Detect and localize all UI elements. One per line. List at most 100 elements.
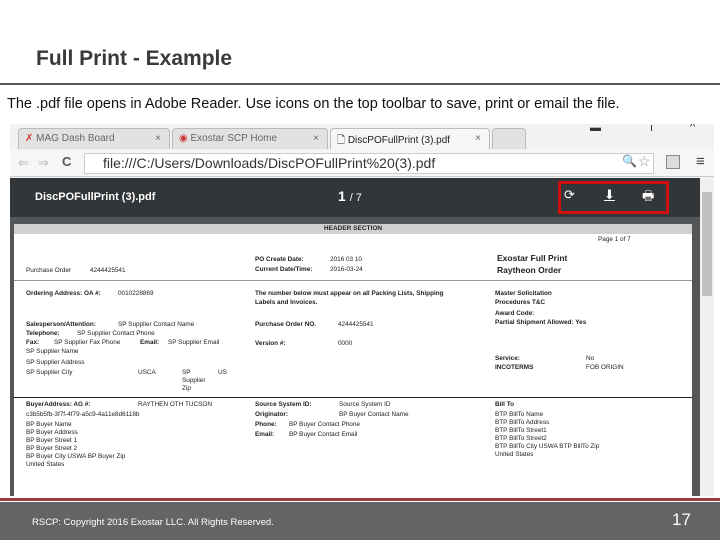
phone-value: BP Buyer Contact Phone bbox=[289, 421, 360, 428]
address-row: ⇐ ⇒ C file:///C:/Users/Downloads/DiscPOF… bbox=[10, 150, 714, 177]
billto-line: BTP BillTo City USWA BTP BillTo Zip bbox=[495, 443, 600, 450]
browser-window: ▬ ‾ ı ^ ✗ MAG Dash Board × ◉ Exostar SCP … bbox=[10, 124, 714, 496]
title-divider bbox=[0, 83, 720, 85]
partial-shipment: Partial Shipment Allowed: Yes bbox=[495, 319, 587, 326]
divider bbox=[14, 280, 692, 281]
incoterms-value: FOB ORIGIN bbox=[586, 364, 624, 371]
phone-label: Phone: bbox=[255, 421, 277, 428]
buyer-label: BuyerAddress: AG #: bbox=[26, 401, 91, 408]
supplier-state: USCA bbox=[138, 369, 156, 376]
master-label: Procedures T&C bbox=[495, 299, 546, 306]
exostar-icon: ◉ bbox=[179, 133, 191, 144]
scrollbar[interactable] bbox=[700, 178, 714, 496]
extension-icon[interactable] bbox=[666, 155, 680, 169]
reload-icon[interactable]: C bbox=[62, 154, 71, 169]
back-icon[interactable]: ⇐ bbox=[18, 155, 29, 171]
slide-caption: The .pdf file opens in Adobe Reader. Use… bbox=[7, 96, 620, 112]
current-dt-label: Current Date/Time: bbox=[255, 266, 313, 273]
pdf-page: HEADER SECTION Page 1 of 7 Purchase Orde… bbox=[14, 224, 692, 496]
menu-icon[interactable]: ≡ bbox=[696, 153, 705, 170]
minimize-button[interactable]: ▬ bbox=[590, 124, 601, 134]
billto-line: BTP BillTo Street2 bbox=[495, 435, 547, 442]
master-label: Master Solicitation bbox=[495, 290, 552, 297]
pdf-filename: DiscPOFullPrint (3).pdf bbox=[35, 191, 156, 203]
fax-value: SP Supplier Fax Phone bbox=[54, 339, 121, 346]
po-label: Purchase Order bbox=[26, 267, 72, 274]
footer-accent-line bbox=[0, 498, 720, 501]
buyer-line: BP Buyer Name bbox=[26, 421, 72, 428]
tab-pdf[interactable]: 🗋 DiscPOFullPrint (3).pdf × bbox=[330, 128, 490, 149]
tab-exostar-scp-home[interactable]: ◉ Exostar SCP Home × bbox=[172, 128, 328, 149]
page-of-text: Page 1 of 7 bbox=[598, 236, 631, 243]
email-value: SP Supplier Email bbox=[168, 339, 220, 346]
bookmark-star-icon[interactable]: ☆ bbox=[638, 153, 651, 170]
fax-label: Fax: bbox=[26, 339, 40, 346]
buyer-id: c3b5b5fb-3f7f-4f79-a5c9-4a11e8d6118b bbox=[26, 411, 140, 418]
service-label: Service: bbox=[495, 355, 520, 362]
email-label: Email: bbox=[140, 339, 160, 346]
restore-button[interactable]: ‾ bbox=[622, 124, 626, 132]
page-indicator: 1 / 7 bbox=[338, 188, 362, 204]
buyer-ag: RAYTHEN OTH TUCSON bbox=[138, 401, 212, 408]
tab-label: MAG Dash Board bbox=[36, 133, 115, 144]
close-window-button[interactable]: ^ bbox=[690, 124, 695, 133]
supplier-country: US bbox=[218, 369, 227, 376]
billto-label: Bill To bbox=[495, 401, 515, 408]
close-tab-icon[interactable]: × bbox=[155, 133, 161, 144]
document-icon: 🗋 bbox=[337, 135, 348, 146]
supplier-address: SP Supplier Address bbox=[26, 359, 85, 366]
tab-mag-dash-board[interactable]: ✗ MAG Dash Board × bbox=[18, 128, 170, 149]
header-section-band: HEADER SECTION bbox=[14, 224, 692, 234]
tel-value: SP Supplier Contact Phone bbox=[77, 330, 155, 337]
sales-label: Salesperson/Attention: bbox=[26, 321, 96, 328]
current-page[interactable]: 1 bbox=[338, 188, 346, 204]
notice: The number below must appear on all Pack… bbox=[255, 290, 444, 297]
originator-label: Originator: bbox=[255, 411, 289, 418]
service-value: No bbox=[586, 355, 595, 362]
version-label: Version #: bbox=[255, 340, 286, 347]
pdf-toolbar: DiscPOFullPrint (3).pdf 1 / 7 ⟳ ⬇ 🖶 bbox=[10, 178, 700, 217]
supplier-zip: Zip bbox=[182, 385, 191, 392]
billto-line: BTP BillTo Address bbox=[495, 419, 550, 426]
copyright-text: RSCP: Copyright 2016 Exostar LLC. All Ri… bbox=[32, 517, 274, 528]
doc-subtitle: Raytheon Order bbox=[497, 265, 562, 275]
originator-value: BP Buyer Contact Name bbox=[339, 411, 409, 418]
tab-label: DiscPOFullPrint (3).pdf bbox=[347, 135, 451, 146]
billto-line: BTP BillTo Street1 bbox=[495, 427, 547, 434]
source-label: Source System ID: bbox=[255, 401, 312, 408]
slide-title: Full Print - Example bbox=[36, 47, 233, 70]
buyer-email-value: BP Buyer Contact Email bbox=[289, 431, 358, 438]
close-tab-icon[interactable]: × bbox=[313, 133, 319, 144]
url-input[interactable]: file:///C:/Users/Downloads/DiscPOFullPri… bbox=[84, 153, 654, 174]
current-dt: 2016-03-24 bbox=[330, 266, 363, 273]
incoterms-label: INCOTERMS bbox=[495, 364, 534, 371]
tab-label: Exostar SCP Home bbox=[190, 133, 278, 144]
maximize-button[interactable]: ı bbox=[650, 124, 653, 134]
tel-label: Telephone: bbox=[26, 330, 60, 337]
forward-icon[interactable]: ⇒ bbox=[38, 155, 49, 171]
pdf-viewer: HEADER SECTION Page 1 of 7 Purchase Orde… bbox=[10, 217, 700, 496]
buyer-line: BP Buyer Street 2 bbox=[26, 445, 78, 452]
award-label: Award Code: bbox=[495, 310, 535, 317]
zoom-icon[interactable]: 🔍 bbox=[622, 154, 637, 168]
supplier-city: SP Supplier City bbox=[26, 369, 73, 376]
scrollbar-thumb[interactable] bbox=[702, 192, 712, 296]
pono-label: Purchase Order NO. bbox=[255, 321, 317, 328]
billto-line: United States bbox=[495, 451, 534, 458]
ordering-value: 0010228869 bbox=[118, 290, 154, 297]
print-icon[interactable]: 🖶 bbox=[642, 187, 654, 209]
notice: Labels and Invoices. bbox=[255, 299, 318, 306]
app-icon: ✗ bbox=[25, 133, 37, 144]
new-tab-button[interactable] bbox=[492, 128, 526, 149]
source-value: Source System ID bbox=[339, 401, 391, 408]
supplier-zip: Supplier bbox=[182, 377, 206, 384]
rotate-icon[interactable]: ⟳ bbox=[564, 187, 575, 203]
ordering-label: Ordering Address: OA #: bbox=[26, 290, 101, 297]
close-tab-icon[interactable]: × bbox=[475, 133, 481, 144]
buyer-line: BP Buyer City USWA BP Buyer Zip bbox=[26, 453, 126, 460]
version-value: 0000 bbox=[338, 340, 353, 347]
supplier-zip: SP bbox=[182, 369, 191, 376]
supplier-name: SP Supplier Name bbox=[26, 348, 79, 355]
divider bbox=[14, 397, 692, 398]
download-icon[interactable]: ⬇ bbox=[604, 187, 615, 203]
